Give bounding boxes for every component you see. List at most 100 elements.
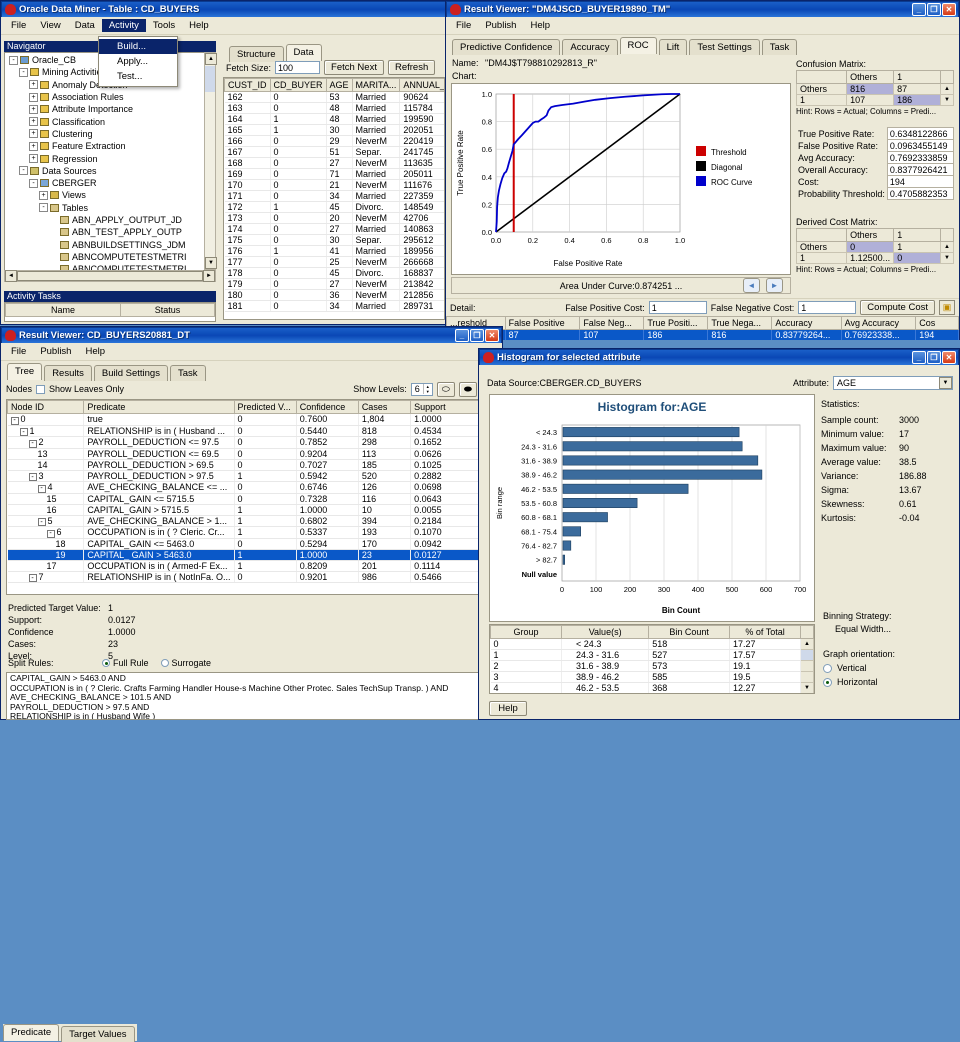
binning-strategy-value[interactable]: Equal Width... bbox=[835, 624, 892, 634]
navigator-vscrollbar[interactable]: ▲ ▼ bbox=[204, 52, 217, 270]
table-row[interactable]: 17 OCCUPATION is in ( Armed-F Ex... 1 0.820… bbox=[7, 560, 487, 572]
table-row[interactable]: 166 0 29 NeverM 220419 bbox=[224, 135, 444, 147]
oracle-data-miner-window[interactable]: Oracle Data Miner - Table : CD_BUYERS Fi… bbox=[0, 0, 447, 325]
rvtm-menu-publish[interactable]: Publish bbox=[478, 19, 523, 32]
menu-file[interactable]: File bbox=[4, 19, 33, 32]
tab-test-settings[interactable]: Test Settings bbox=[689, 39, 760, 55]
table-row[interactable]: -7 RELATIONSHIP is in ( NotInFa. O... 0 0.9… bbox=[7, 571, 487, 583]
table-row[interactable]: 13 PAYROLL_DEDUCTION <= 69.5 0 0.9204 113 0.0… bbox=[7, 448, 487, 460]
collapse-toggle-icon[interactable]: - bbox=[39, 203, 48, 213]
tree-node[interactable]: + Classification bbox=[7, 115, 215, 127]
roc-chart-panel[interactable]: 0.0 0.2 0.4 0.6 0.8 1.0 0.0 0.2 0.4 0.6 0.8 1.0 Fals… bbox=[451, 83, 791, 275]
table-row[interactable]: -4 AVE_CHECKING_BALANCE <= ... 0 0.6746 126 0… bbox=[7, 481, 487, 494]
tab-results[interactable]: Results bbox=[44, 365, 92, 381]
table-row[interactable]: 177 0 25 NeverM 266668 bbox=[224, 256, 444, 268]
rvdt-menu-publish[interactable]: Publish bbox=[33, 345, 78, 358]
tree-node[interactable]: + Regression bbox=[7, 152, 215, 164]
collapse-toggle-icon[interactable]: - bbox=[9, 55, 18, 65]
collapse-toggle-icon[interactable]: - bbox=[46, 529, 55, 538]
table-row[interactable]: -0 true 0 0.7600 1,804 1.0000 bbox=[7, 413, 487, 426]
table-row[interactable]: 178 0 45 Divorc. 168837 bbox=[224, 267, 444, 279]
bin-count-table[interactable]: Group Value(s) Bin Count% of Total 0 < 24.3 5… bbox=[490, 625, 814, 693]
table-row[interactable]: 1 24.3 - 31.6 527 17.57 bbox=[490, 649, 814, 661]
compute-cost-button[interactable]: Compute Cost bbox=[860, 300, 935, 315]
tab-predictive-confidence[interactable]: Predictive Confidence bbox=[452, 39, 561, 55]
table-row[interactable]: 19 CAPITAL_ GAIN > 5463.0 1 1.0000 23 0.0127 bbox=[7, 549, 487, 561]
result-viewer-dt-window[interactable]: Result Viewer: CD_BUYERS20881_DT _ ❐ ✕ F… bbox=[0, 326, 503, 1042]
menu-item-apply[interactable]: Apply... bbox=[99, 54, 177, 69]
scroll-thumb[interactable] bbox=[205, 66, 215, 92]
column-header[interactable]: Accuracy bbox=[771, 316, 842, 330]
tab-data[interactable]: Data bbox=[285, 44, 322, 61]
show-leaves-checkbox[interactable] bbox=[36, 384, 46, 394]
false-positive-cost-input[interactable] bbox=[648, 301, 707, 314]
graph-orientation-block[interactable]: Graph orientation: Vertical Horizontal bbox=[823, 649, 895, 687]
rvdt-menu-file[interactable]: File bbox=[4, 345, 33, 358]
menu-help[interactable]: Help bbox=[182, 19, 216, 32]
rvtm-menu-help[interactable]: Help bbox=[523, 19, 557, 32]
expand-toggle-icon[interactable]: + bbox=[29, 129, 38, 139]
column-header[interactable]: Cos bbox=[915, 316, 959, 330]
scroll-track[interactable] bbox=[800, 660, 814, 672]
rvtm-menu-bar[interactable]: File Publish Help bbox=[446, 17, 959, 35]
orientation-horizontal-option[interactable]: Horizontal bbox=[823, 677, 895, 687]
column-header[interactable]: MARITA... bbox=[351, 78, 401, 92]
tree-node[interactable]: - Tables bbox=[7, 202, 215, 214]
scroll-up-icon[interactable]: ▲ bbox=[205, 53, 217, 65]
column-header[interactable]: True Positi... bbox=[643, 316, 709, 330]
collapse-toggle-icon[interactable]: - bbox=[37, 518, 46, 526]
rvtm-tabs[interactable]: Predictive Confidence Accuracy ROC Lift … bbox=[446, 35, 959, 55]
export-detail-icon[interactable]: ▣ bbox=[939, 300, 955, 315]
collapse-toggle-icon[interactable]: - bbox=[28, 473, 37, 481]
matrix-scroll-down-icon[interactable]: ▼ bbox=[940, 94, 954, 106]
zoom-in-tree-icon[interactable]: ⬬ bbox=[458, 381, 478, 397]
tab-roc[interactable]: ROC bbox=[619, 37, 657, 54]
column-header[interactable]: False Neg... bbox=[579, 316, 645, 330]
rvtm-detail-grid[interactable]: ...reshold False Positive False Neg... True… bbox=[446, 316, 959, 340]
fetch-next-button[interactable]: Fetch Next bbox=[324, 60, 384, 75]
column-header[interactable]: Predicate bbox=[83, 400, 235, 414]
cd-buyers-table[interactable]: CUST_IDCD_BUYERAGEMARITA...ANNUAL_IN1620… bbox=[224, 78, 444, 312]
tree-node[interactable]: ABN_TEST_APPLY_OUTP bbox=[7, 226, 215, 238]
minimize-icon[interactable]: _ bbox=[912, 351, 926, 364]
scroll-track[interactable] bbox=[800, 671, 814, 683]
odm-menu-bar[interactable]: File View Data Activity Tools Help bbox=[1, 17, 446, 35]
odm-title-bar[interactable]: Oracle Data Miner - Table : CD_BUYERS bbox=[1, 1, 446, 17]
show-levels-spinner[interactable]: 6 ▲ ▼ bbox=[410, 382, 433, 396]
roc-prev-button[interactable]: ◄ bbox=[743, 278, 760, 293]
cd-buyers-data-grid[interactable]: CUST_IDCD_BUYERAGEMARITA...ANNUAL_IN1620… bbox=[223, 77, 445, 320]
column-header[interactable]: AGE bbox=[325, 78, 353, 92]
radio-full-rule[interactable]: Full Rule bbox=[102, 658, 149, 668]
column-header[interactable]: Node ID bbox=[7, 400, 85, 414]
table-row[interactable]: -1 RELATIONSHIP is in ( Husband ... 0 0.544… bbox=[7, 425, 487, 437]
column-header[interactable]: True Nega... bbox=[707, 316, 773, 330]
histogram-window-buttons[interactable]: _ ❐ ✕ bbox=[912, 351, 956, 364]
table-row[interactable]: 16 CAPITAL_GAIN > 5715.5 1 1.0000 10 0.0055 bbox=[7, 504, 487, 516]
close-icon[interactable]: ✕ bbox=[485, 329, 499, 342]
rvdt-window-buttons[interactable]: _ ❐ ✕ bbox=[455, 329, 499, 342]
table-row[interactable]: 169 0 71 Married 205011 bbox=[224, 168, 444, 180]
rvdt-tabs[interactable]: Tree Results Build Settings Task bbox=[1, 361, 502, 381]
dt-tree-grid[interactable]: Node ID Predicate Predicted V... Confidence… bbox=[6, 399, 488, 595]
table-row[interactable]: 179 0 27 NeverM 213842 bbox=[224, 278, 444, 290]
table-row[interactable]: 170 0 21 NeverM 111676 bbox=[224, 179, 444, 191]
menu-view[interactable]: View bbox=[33, 19, 67, 32]
column-header[interactable]: Value(s) bbox=[561, 625, 650, 639]
table-row[interactable]: 15 CAPITAL_GAIN <= 5715.5 0 0.7328 116 0.0643 bbox=[7, 493, 487, 505]
tab-target-values[interactable]: Target Values bbox=[61, 1026, 135, 1042]
radio-surrogate[interactable]: Surrogate bbox=[160, 658, 211, 668]
rvtm-window-buttons[interactable]: _ ❐ ✕ bbox=[912, 3, 956, 16]
histogram-chart-panel[interactable]: Histogram for:AGE 0 100 200 300 400 500 600 700 <… bbox=[489, 394, 815, 622]
result-viewer-tm-window[interactable]: Result Viewer: "DM4JSCD_BUYER19890_TM" _… bbox=[445, 0, 960, 340]
false-negative-cost-input[interactable] bbox=[798, 301, 857, 314]
column-header[interactable]: False Positive bbox=[504, 316, 581, 330]
scroll-up-icon[interactable]: ▲ bbox=[800, 638, 814, 650]
tab-tree[interactable]: Tree bbox=[7, 363, 43, 380]
collapse-toggle-icon[interactable]: - bbox=[37, 484, 46, 493]
roc-next-button[interactable]: ► bbox=[766, 278, 783, 293]
minimize-icon[interactable]: _ bbox=[455, 329, 469, 342]
tree-node[interactable]: - Data Sources bbox=[7, 165, 215, 177]
table-row[interactable]: -3 PAYROLL_DEDUCTION > 97.5 1 0.5942 520 0.28… bbox=[7, 470, 487, 482]
menu-data[interactable]: Data bbox=[68, 19, 102, 32]
column-header[interactable]: CUST_ID bbox=[224, 78, 271, 92]
